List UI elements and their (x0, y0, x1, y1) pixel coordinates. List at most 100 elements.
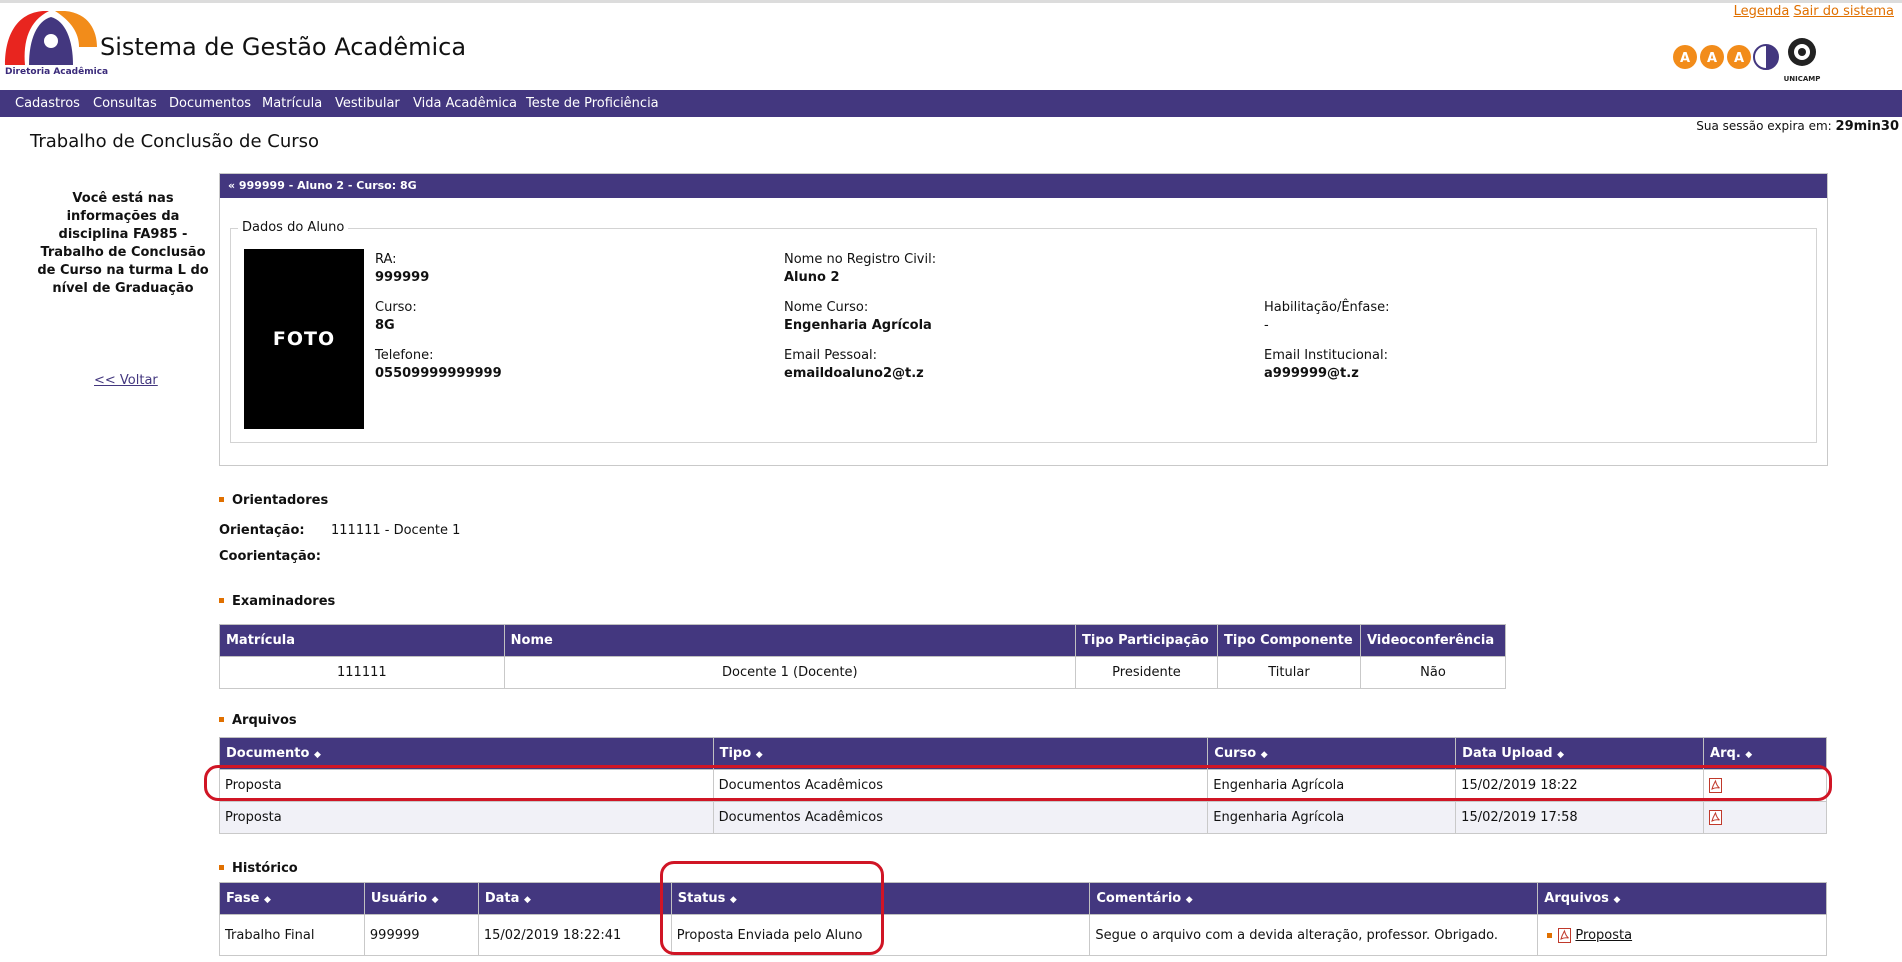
field-habilitacao: Habilitação/Ênfase: - (1264, 299, 1390, 335)
sort-icon: ◆ (755, 750, 763, 760)
table-row: Proposta Documentos Acadêmicos Engenhari… (219, 769, 1827, 802)
cell-documento: Proposta (219, 801, 714, 834)
col-data-label: Data (484, 891, 520, 906)
field-email-institucional: Email Institucional: a999999@t.z (1264, 347, 1388, 383)
top-links: Legenda Sair do sistema (1734, 4, 1894, 19)
bullet-icon (1547, 932, 1553, 938)
orientacao-label: Orientação: (219, 523, 305, 538)
table-header-row: Fase ◆ Usuário ◆ Data ◆ Status ◆ Comentá… (219, 882, 1827, 915)
table-row: Proposta Documentos Acadêmicos Engenhari… (219, 801, 1827, 834)
col-data-upload-label: Data Upload (1462, 746, 1553, 761)
coorientacao-label: Coorientação: (219, 549, 321, 564)
cell-arquivos: Proposta (1537, 914, 1827, 956)
sort-icon: ◆ (729, 895, 737, 905)
cell-data-upload: 15/02/2019 18:22 (1455, 769, 1705, 802)
col-data[interactable]: Data ◆ (477, 882, 672, 915)
cell-tipo-participacao: Presidente (1075, 656, 1218, 689)
badge-letter-2: A (1707, 51, 1717, 66)
col-nome: Nome (503, 624, 1077, 657)
col-comentario[interactable]: Comentário ◆ (1089, 882, 1539, 915)
menu-vida-academica[interactable]: Vida Acadêmica (413, 96, 517, 111)
menu-documentos[interactable]: Documentos (169, 96, 251, 111)
col-arquivos-label: Arquivos (1544, 891, 1609, 906)
sort-icon: ◆ (313, 750, 321, 760)
historico-table: Fase ◆ Usuário ◆ Data ◆ Status ◆ Comentá… (219, 882, 1827, 956)
col-arquivos[interactable]: Arquivos ◆ (1537, 882, 1827, 915)
cell-tipo: Documentos Acadêmicos (712, 769, 1209, 802)
back-link[interactable]: << Voltar (94, 373, 158, 388)
col-status-label: Status (677, 891, 726, 906)
arquivos-section-title: Arquivos (219, 713, 297, 728)
col-documento[interactable]: Documento ◆ (219, 737, 714, 770)
student-data-legend: Dados do Aluno (238, 220, 349, 235)
menu-teste-proficiencia[interactable]: Teste de Proficiência (526, 96, 659, 111)
sort-icon: ◆ (523, 895, 531, 905)
curso-label: Curso: (375, 300, 417, 315)
bullet-icon (219, 497, 224, 502)
student-panel-header[interactable]: « 999999 - Aluno 2 - Curso: 8G (220, 174, 1827, 198)
menu-vestibular[interactable]: Vestibular (335, 96, 400, 111)
table-row: 111111 Docente 1 (Docente) Presidente Ti… (219, 656, 1507, 689)
col-tipo-participacao: Tipo Participação (1075, 624, 1218, 657)
col-data-upload[interactable]: Data Upload ◆ (1455, 737, 1705, 770)
legend-link[interactable]: Legenda (1734, 4, 1790, 19)
logout-link[interactable]: Sair do sistema (1793, 4, 1894, 19)
historico-file-link[interactable]: Proposta (1575, 928, 1632, 943)
menu-matricula[interactable]: Matrícula (262, 96, 322, 111)
arquivos-title: Arquivos (232, 713, 297, 728)
student-photo: FOTO (244, 249, 364, 429)
logo-caption: Diretoria Acadêmica (5, 67, 109, 77)
col-fase[interactable]: Fase ◆ (219, 882, 365, 915)
ra-value: 999999 (375, 270, 430, 285)
pdf-icon[interactable] (1558, 927, 1572, 943)
ra-label: RA: (375, 252, 397, 267)
orientadores-title: Orientadores (232, 493, 329, 508)
badge-letter-1: A (1680, 51, 1690, 66)
historico-title: Histórico (232, 861, 298, 876)
email-institucional-value: a999999@t.z (1264, 366, 1359, 381)
session-label: Sua sessão expira em: (1696, 119, 1832, 133)
col-curso-label: Curso (1214, 746, 1257, 761)
page-title: Trabalho de Conclusão de Curso (30, 131, 320, 152)
student-panel: « 999999 - Aluno 2 - Curso: 8G Dados do … (219, 173, 1828, 466)
nome-curso-value: Engenharia Agrícola (784, 318, 932, 333)
col-fase-label: Fase (226, 891, 260, 906)
habilitacao-label: Habilitação/Ênfase: (1264, 300, 1390, 315)
discipline-info: Você está nas informações da disciplina … (37, 191, 209, 296)
pdf-icon[interactable] (1709, 810, 1723, 825)
sort-icon: ◆ (431, 895, 439, 905)
menu-cadastros[interactable]: Cadastros (15, 96, 80, 111)
menu-consultas[interactable]: Consultas (93, 96, 157, 111)
col-status[interactable]: Status ◆ (670, 882, 1091, 915)
sort-icon: ◆ (1557, 750, 1565, 760)
field-telefone: Telefone: 05509999999999 (375, 347, 502, 383)
col-tipo[interactable]: Tipo ◆ (712, 737, 1209, 770)
student-data-fieldset (230, 228, 1817, 443)
field-nome-curso: Nome Curso: Engenharia Agrícola (784, 299, 932, 335)
cell-comentario: Segue o arquivo com a devida alteração, … (1089, 914, 1539, 956)
nome-value: Aluno 2 (784, 270, 840, 285)
col-matricula: Matrícula (219, 624, 505, 657)
pdf-icon[interactable] (1709, 778, 1723, 793)
field-nome: Nome no Registro Civil: Aluno 2 (784, 251, 936, 287)
col-tipo-label: Tipo (719, 746, 752, 761)
sort-icon: ◆ (263, 895, 271, 905)
col-usuario[interactable]: Usuário ◆ (363, 882, 479, 915)
nome-label: Nome no Registro Civil: (784, 252, 937, 267)
cell-fase: Trabalho Final (219, 914, 365, 956)
col-documento-label: Documento (226, 746, 310, 761)
col-tipo-componente: Tipo Componente (1216, 624, 1361, 657)
cell-videoconferencia: Não (1359, 656, 1507, 689)
col-curso[interactable]: Curso ◆ (1207, 737, 1457, 770)
col-videoconferencia: Videoconferência (1359, 624, 1507, 657)
cell-arq (1703, 801, 1827, 834)
table-header-row: Matrícula Nome Tipo Participação Tipo Co… (219, 624, 1507, 657)
nome-curso-label: Nome Curso: (784, 300, 869, 315)
field-ra: RA: 999999 (375, 251, 429, 287)
cell-curso: Engenharia Agrícola (1207, 769, 1457, 802)
top-border (0, 0, 1902, 3)
col-comentario-label: Comentário (1096, 891, 1182, 906)
examinadores-title: Examinadores (232, 594, 336, 609)
col-arq[interactable]: Arq. ◆ (1703, 737, 1827, 770)
cell-nome: Docente 1 (Docente) (503, 656, 1077, 689)
